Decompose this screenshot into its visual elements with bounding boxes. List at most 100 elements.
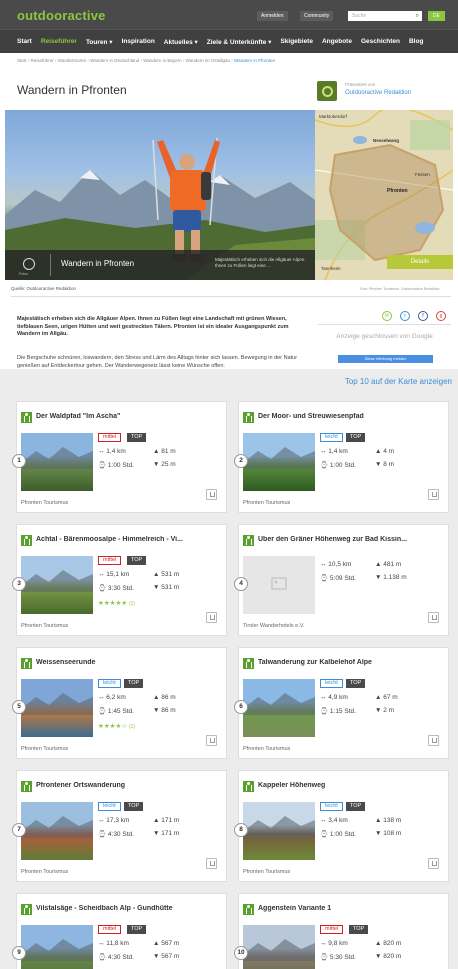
author-logo-icon[interactable]: [317, 81, 337, 101]
bookmark-icon[interactable]: [428, 489, 439, 500]
tour-thumbnail[interactable]: [243, 802, 315, 860]
nav-item-angebote[interactable]: Angebote: [322, 38, 352, 45]
tour-card[interactable]: Der Waldpfad "Im Ascha" 1 mittel TOP ↔ 1,…: [12, 401, 227, 513]
breadcrumb-item[interactable]: Wandern in Bayern: [143, 58, 181, 63]
tour-card[interactable]: Über den Gräner Höhenweg zur Bad Kissin.…: [234, 524, 449, 636]
duration-stat: ⌚ 1:00 Std.: [98, 462, 134, 469]
bookmark-icon[interactable]: [206, 612, 217, 623]
tour-card[interactable]: Pfrontener Ortswanderung 7 leicht TOP ↔ 1…: [12, 770, 227, 882]
tour-thumbnail[interactable]: [21, 433, 93, 491]
bookmark-icon[interactable]: [428, 735, 439, 746]
descent-stat: ▼ 171 m: [153, 830, 180, 837]
tour-title[interactable]: Vilstalsäge - Scheidbach Alp - Gundhütte: [36, 905, 224, 912]
divider: [11, 296, 451, 297]
ascent-stat: ▲ 4 m: [375, 448, 395, 455]
breadcrumb-item[interactable]: Wandern im Ostallgäu: [186, 58, 230, 63]
nav-item-start[interactable]: Start: [17, 38, 32, 45]
tour-title[interactable]: Der Waldpfad "Im Ascha": [36, 413, 224, 420]
distance-stat: ↔ 4,9 km: [320, 694, 348, 701]
tour-thumbnail[interactable]: [21, 556, 93, 614]
bookmark-icon[interactable]: [206, 858, 217, 869]
breadcrumb-item[interactable]: Wandern in Deutschland: [90, 58, 139, 63]
nav-item-reisefuehrer[interactable]: Reiseführer: [41, 38, 77, 45]
tour-thumbnail[interactable]: [21, 679, 93, 737]
bookmark-icon[interactable]: [206, 735, 217, 746]
distance-stat: ↔ 11,8 km: [98, 940, 129, 947]
tour-thumbnail[interactable]: [21, 802, 93, 860]
facebook-share-icon[interactable]: f: [418, 311, 428, 321]
tour-thumbnail[interactable]: [243, 925, 315, 969]
top-badge: TOP: [124, 802, 144, 811]
page-content: Start › Reiseführer › Wandertouren › Wan…: [0, 53, 458, 369]
tour-title[interactable]: Achtal - Bärenmoosalpe - Himmelreich - V…: [36, 536, 224, 543]
tour-source: Pfronten Tourismus: [21, 746, 69, 752]
divider: [318, 324, 451, 325]
email-share-icon[interactable]: ✉: [382, 311, 392, 321]
map-label: Tannheim: [321, 266, 341, 271]
top-bar: outdooractive Anmelden Community Suche ⌕ …: [0, 0, 458, 29]
tour-title[interactable]: Weissenseerunde: [36, 659, 224, 666]
community-button[interactable]: Community: [300, 11, 334, 21]
tour-thumbnail[interactable]: [243, 679, 315, 737]
tour-title[interactable]: Talwanderung zur Kalbelehof Alpe: [258, 659, 446, 666]
nav-item-inspiration[interactable]: Inspiration: [122, 38, 155, 45]
difficulty-badge: leicht: [98, 802, 121, 811]
rank-number: 5: [12, 700, 26, 714]
googleplus-share-icon[interactable]: g: [436, 311, 446, 321]
language-selector[interactable]: DE: [428, 11, 445, 21]
top10-map-link[interactable]: Top 10 auf der Karte anzeigen: [345, 377, 452, 386]
duration-stat: ⌚ 4:30 Std.: [98, 831, 134, 838]
nav-item-touren[interactable]: Touren ▾: [86, 38, 113, 46]
map-label: Pfronten: [387, 188, 408, 194]
ad-closed-label: Anzeige geschlossen von Google: [336, 333, 433, 340]
bookmark-icon[interactable]: [428, 612, 439, 623]
bookmark-icon[interactable]: [428, 858, 439, 869]
tour-card[interactable]: Weissenseerunde 5 leicht TOP ↔ 6,2 km ⌚ 1…: [12, 647, 227, 759]
tour-title[interactable]: Kappeler Höhenweg: [258, 782, 446, 789]
hiking-icon: [21, 658, 32, 669]
tour-title[interactable]: Der Moor- und Streuwiesenpfad: [258, 413, 446, 420]
tour-card[interactable]: Vilstalsäge - Scheidbach Alp - Gundhütte…: [12, 893, 227, 969]
nav-item-blog[interactable]: Blog: [409, 38, 423, 45]
rank-number: 1: [12, 454, 26, 468]
tour-card[interactable]: Talwanderung zur Kalbelehof Alpe 6 leich…: [234, 647, 449, 759]
hero-caption-bar: Fotos Wandern in Pfronten Majestätisch e…: [5, 250, 315, 280]
tour-title[interactable]: Aggenstein Variante 1: [258, 905, 446, 912]
hero-image[interactable]: Fotos Wandern in Pfronten Majestätisch e…: [5, 110, 315, 280]
ascent-stat: ▲ 171 m: [153, 817, 180, 824]
breadcrumb-item[interactable]: Start: [17, 58, 27, 63]
tour-card[interactable]: Achtal - Bärenmoosalpe - Himmelreich - V…: [12, 524, 227, 636]
main-nav: Start Reiseführer Touren ▾ Inspiration A…: [0, 29, 458, 53]
descent-stat: ▼ 86 m: [153, 707, 176, 714]
camera-icon[interactable]: [23, 258, 35, 270]
login-button[interactable]: Anmelden: [257, 11, 288, 21]
author-link[interactable]: Outdooractive Redaktion: [345, 90, 411, 96]
bookmark-icon[interactable]: [206, 489, 217, 500]
tour-card[interactable]: Kappeler Höhenweg 8 leicht TOP ↔ 3,4 km ⌚…: [234, 770, 449, 882]
twitter-share-icon[interactable]: t: [400, 311, 410, 321]
tour-card[interactable]: Der Moor- und Streuwiesenpfad 2 leicht TO…: [234, 401, 449, 513]
tour-thumbnail[interactable]: [243, 433, 315, 491]
tour-title[interactable]: Pfrontener Ortswanderung: [36, 782, 224, 789]
tour-card[interactable]: Aggenstein Variante 1 10 mittel TOP ↔ 9,8…: [234, 893, 449, 969]
tour-thumbnail[interactable]: [21, 925, 93, 969]
nav-item-ziele[interactable]: Ziele & Unterkünfte ▾: [207, 38, 272, 46]
rank-number: 2: [234, 454, 248, 468]
report-ad-button[interactable]: Diese Werbung melden: [338, 355, 433, 363]
tour-title[interactable]: Über den Gräner Höhenweg zur Bad Kissin.…: [258, 536, 446, 543]
difficulty-badge: leicht: [320, 802, 343, 811]
nav-item-aktuelles[interactable]: Aktuelles ▾: [164, 38, 198, 46]
nav-item-skigebiete[interactable]: Skigebiete: [280, 38, 313, 45]
duration-stat: ⌚ 1:00 Std.: [320, 462, 356, 469]
logo[interactable]: outdooractive: [17, 8, 106, 23]
breadcrumb-item[interactable]: Reiseführer: [31, 58, 54, 63]
descent-stat: ▼ 567 m: [153, 953, 180, 960]
breadcrumb-item[interactable]: Wandertouren: [58, 58, 86, 63]
hiking-icon: [21, 904, 32, 915]
details-button[interactable]: Details: [387, 255, 453, 269]
tour-thumbnail-placeholder[interactable]: [243, 556, 315, 614]
difficulty-badge: leicht: [320, 433, 343, 442]
nav-item-geschichten[interactable]: Geschichten: [361, 38, 400, 45]
duration-stat: ⌚ 3:30 Std.: [98, 585, 134, 592]
search-input[interactable]: Suche ⌕: [348, 11, 422, 21]
